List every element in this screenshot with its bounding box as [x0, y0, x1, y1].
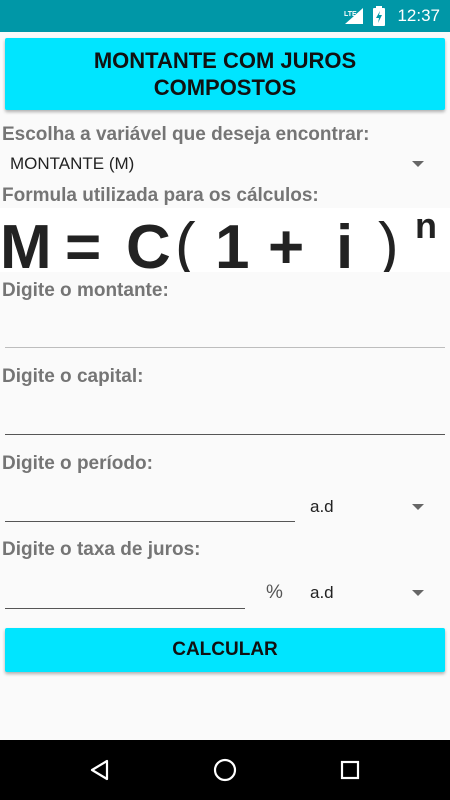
title-button[interactable]: MONTANTE COM JUROS COMPOSTOS	[5, 38, 445, 110]
taxa-unit-spinner[interactable]: a.d	[310, 576, 440, 610]
dropdown-arrow-icon	[412, 161, 424, 167]
taxa-input[interactable]	[5, 579, 245, 609]
periodo-input[interactable]	[5, 492, 295, 522]
dropdown-arrow-icon	[412, 590, 424, 596]
montante-label: Digite o montante:	[2, 280, 169, 301]
montante-input[interactable]	[5, 318, 445, 348]
formula-label: Formula utilizada para os cálculos:	[2, 185, 319, 206]
formula-m: M	[0, 213, 52, 272]
status-bar: LTE 12:37	[0, 0, 450, 32]
network-type-label: LTE	[344, 11, 357, 18]
recents-square-icon[interactable]	[334, 754, 366, 786]
taxa-label: Digite o taxa de juros:	[2, 539, 201, 560]
calculate-button[interactable]: CALCULAR	[5, 628, 445, 672]
periodo-label: Digite o período:	[2, 453, 153, 474]
capital-input[interactable]	[5, 405, 445, 435]
taxa-unit-value: a.d	[310, 583, 334, 602]
calculate-label: CALCULAR	[172, 639, 278, 660]
formula-open-paren: (	[175, 211, 196, 272]
formula-i: i	[336, 213, 353, 272]
capital-label: Digite o capital:	[2, 366, 144, 387]
formula-exponent: n	[415, 208, 437, 246]
home-circle-icon[interactable]	[209, 754, 241, 786]
variable-spinner[interactable]: MONTANTE (M)	[10, 147, 440, 181]
variable-spinner-value: MONTANTE (M)	[10, 154, 135, 173]
battery-charging-icon	[373, 6, 386, 26]
clock-time: 12:37	[397, 6, 440, 25]
formula-image: M = C ( 1 + i ) n	[0, 205, 450, 282]
formula-c: C	[126, 213, 171, 272]
lte-signal-icon: LTE	[344, 8, 364, 24]
navigation-bar	[0, 740, 450, 800]
periodo-unit-spinner[interactable]: a.d	[310, 490, 440, 524]
status-icons: LTE 12:37	[343, 0, 440, 32]
variable-select-label: Escolha a variável que deseja encontrar:	[2, 124, 370, 145]
formula-close-paren: )	[378, 211, 399, 272]
formula-equals: =	[65, 213, 101, 272]
title-label: MONTANTE COM JUROS COMPOSTOS	[93, 48, 357, 100]
percent-symbol: %	[266, 582, 283, 603]
formula-plus: +	[268, 213, 304, 272]
formula-one: 1	[215, 213, 249, 272]
dropdown-arrow-icon	[412, 504, 424, 510]
back-triangle-icon[interactable]	[84, 754, 116, 786]
periodo-unit-value: a.d	[310, 497, 334, 516]
